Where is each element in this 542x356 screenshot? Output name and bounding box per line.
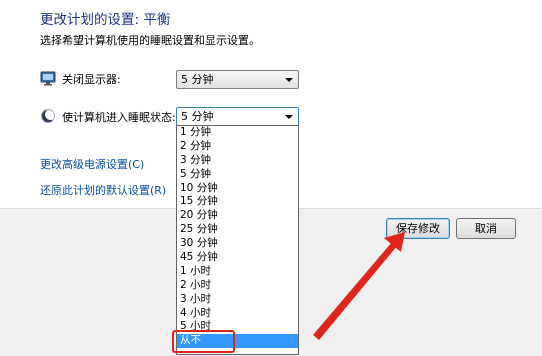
save-button[interactable]: 保存修改 bbox=[386, 218, 450, 239]
option-45-minutes[interactable]: 45 分钟 bbox=[177, 251, 298, 265]
sleep-options-list[interactable]: 1 分钟 2 分钟 3 分钟 5 分钟 10 分钟 15 分钟 20 分钟 25… bbox=[176, 125, 299, 355]
display-off-select[interactable]: 5 分钟 bbox=[176, 70, 299, 89]
option-5-minutes[interactable]: 5 分钟 bbox=[177, 168, 298, 182]
annotation-highlight-box bbox=[172, 330, 235, 353]
option-3-minutes[interactable]: 3 分钟 bbox=[177, 154, 298, 168]
option-4-hours[interactable]: 4 小时 bbox=[177, 307, 298, 321]
option-25-minutes[interactable]: 25 分钟 bbox=[177, 223, 298, 237]
monitor-icon bbox=[40, 70, 56, 86]
option-2-minutes[interactable]: 2 分钟 bbox=[177, 140, 298, 154]
page-title: 更改计划的设置: 平衡 bbox=[40, 12, 171, 28]
chevron-down-icon bbox=[285, 115, 293, 119]
sleep-value: 5 分钟 bbox=[181, 110, 214, 123]
option-20-minutes[interactable]: 20 分钟 bbox=[177, 209, 298, 223]
option-10-minutes[interactable]: 10 分钟 bbox=[177, 182, 298, 196]
option-30-minutes[interactable]: 30 分钟 bbox=[177, 237, 298, 251]
option-1-hour[interactable]: 1 小时 bbox=[177, 265, 298, 279]
display-off-value: 5 分钟 bbox=[181, 73, 214, 86]
option-3-hours[interactable]: 3 小时 bbox=[177, 293, 298, 307]
cancel-button[interactable]: 取消 bbox=[456, 218, 516, 239]
moon-icon bbox=[40, 108, 56, 124]
sleep-select[interactable]: 5 分钟 bbox=[176, 107, 299, 126]
restore-defaults-link[interactable]: 还原此计划的默认设置(R) bbox=[40, 182, 166, 198]
option-2-hours[interactable]: 2 小时 bbox=[177, 279, 298, 293]
option-15-minutes[interactable]: 15 分钟 bbox=[177, 195, 298, 209]
option-1-minute[interactable]: 1 分钟 bbox=[177, 126, 298, 140]
sleep-label: 使计算机进入睡眠状态: bbox=[62, 111, 176, 124]
page-subtitle: 选择希望计算机使用的睡眠设置和显示设置。 bbox=[40, 34, 260, 47]
display-off-label: 关闭显示器: bbox=[62, 73, 121, 86]
chevron-down-icon bbox=[285, 78, 293, 82]
advanced-power-settings-link[interactable]: 更改高级电源设置(C) bbox=[40, 156, 144, 172]
